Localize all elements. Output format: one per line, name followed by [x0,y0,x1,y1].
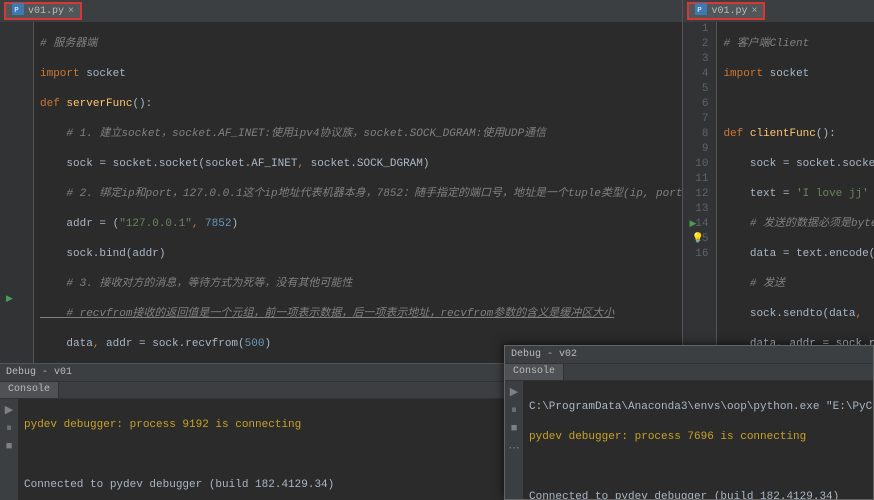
run-icon[interactable]: ▶ [6,292,13,307]
console-tab[interactable]: Console [505,364,564,380]
console-tab[interactable]: Console [0,382,59,398]
close-icon[interactable]: × [68,6,74,17]
right-pane: P v01.py × 1 2 3 ▾4 5 6 7 8 9 10 11 12 1… [683,0,874,363]
more-icon[interactable]: ⋯ [509,441,520,455]
workspace: P v01.py × ▾ ▶ # 服务器端 import socket def … [0,0,874,363]
tab-label: v01.py [28,6,64,17]
python-file-icon: P [12,3,24,19]
pause-icon[interactable]: ⏸ [511,405,517,417]
stop-icon[interactable]: ■ [511,423,518,435]
debug-panel-left: Debug - v01 Console ▶ ⏸ ■ pydev debugger… [0,363,504,500]
bulb-icon[interactable]: 💡 [691,232,703,247]
debug-title[interactable]: Debug - v01 [0,364,504,382]
console-output-left[interactable]: pydev debugger: process 9192 is connecti… [18,399,504,500]
stop-icon[interactable]: ■ [6,441,13,453]
run-icon[interactable]: ▶ [689,217,696,232]
tabbar-right: P v01.py × [683,0,874,22]
tab-v01-left[interactable]: P v01.py × [4,2,82,20]
debug-side-icons: ▶ ⏸ ■ ⋯ [505,381,523,499]
code-left[interactable]: # 服务器端 import socket def serverFunc(): #… [34,22,682,363]
tab-v01-right[interactable]: P v01.py × [687,2,765,20]
gutter-left: ▾ ▶ [0,22,34,363]
debug-tabs: Console [0,382,504,399]
svg-text:P: P [698,7,703,15]
left-pane: P v01.py × ▾ ▶ # 服务器端 import socket def … [0,0,683,363]
tab-label: v01.py [711,6,747,17]
step-icon[interactable]: ▶ [510,385,518,399]
python-file-icon: P [695,3,707,19]
console-output-right[interactable]: C:\ProgramData\Anaconda3\envs\oop\python… [523,381,873,499]
debug-title[interactable]: Debug - v02 [505,346,873,364]
pause-icon[interactable]: ⏸ [6,423,12,435]
editor-right[interactable]: 1 2 3 ▾4 5 6 7 8 9 10 11 12 13 ▶14 💡15 1… [683,22,874,363]
debug-side-icons: ▶ ⏸ ■ [0,399,18,500]
debug-panel-right: Debug - v02 Console ▶ ⏸ ■ ⋯ C:\ProgramDa… [504,345,874,500]
svg-text:P: P [14,7,19,15]
tabbar-left: P v01.py × [0,0,682,22]
step-icon[interactable]: ▶ [5,403,13,417]
code-right[interactable]: # 客户端Client import socket def clientFunc… [717,22,874,363]
debug-tabs: Console [505,364,873,381]
editor-left[interactable]: ▾ ▶ # 服务器端 import socket def serverFunc(… [0,22,682,363]
gutter-right: 1 2 3 ▾4 5 6 7 8 9 10 11 12 13 ▶14 💡15 1… [683,22,717,363]
close-icon[interactable]: × [751,6,757,17]
